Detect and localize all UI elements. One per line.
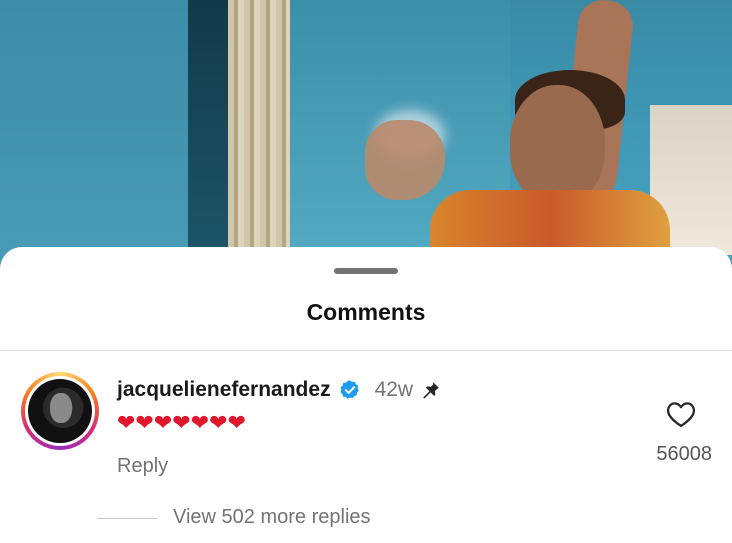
comment-username[interactable]: jacquelienefernandez [117, 378, 331, 402]
avatar-image [28, 379, 92, 443]
video-frame-door [188, 0, 228, 250]
video-frame-face [510, 85, 605, 205]
comment-age: 42w [374, 378, 414, 401]
like-count: 56008 [656, 443, 712, 465]
sheet-drag-handle[interactable] [334, 268, 398, 274]
comment-header: jacquelienefernandez 42w [117, 376, 441, 404]
comments-sheet: Comments jacquelienefernandez 42w ❤❤❤❤❤❤… [0, 247, 732, 543]
header-divider [0, 350, 732, 351]
comment-text: ❤❤❤❤❤❤❤ [117, 411, 247, 436]
replies-divider-line [97, 518, 157, 519]
sheet-title: Comments [306, 299, 426, 325]
reply-button[interactable]: Reply [117, 455, 168, 478]
pin-icon [423, 382, 440, 399]
video-frame-curtain [228, 0, 290, 250]
avatar[interactable] [21, 372, 99, 450]
heart-outline-icon[interactable] [666, 400, 696, 428]
video-frame-hand [365, 120, 445, 200]
verified-badge-icon [339, 380, 359, 399]
view-more-replies-button[interactable]: View 502 more replies [173, 506, 371, 529]
